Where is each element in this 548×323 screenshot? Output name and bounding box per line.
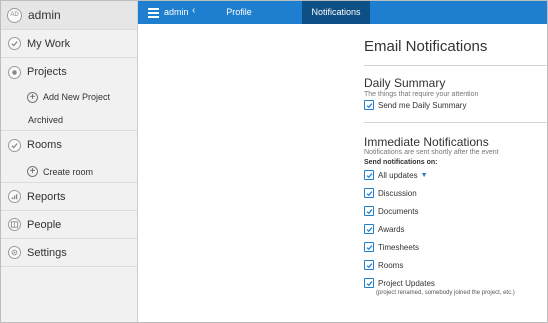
sidebar-item-label: Projects (27, 66, 67, 78)
tab-profile[interactable]: Profile (204, 1, 274, 24)
create-room-label: Create room (43, 166, 94, 177)
option-project-updates[interactable]: Project Updates (364, 278, 435, 288)
daily-summary-label: Send me Daily Summary (378, 100, 467, 110)
rooms-checkbox[interactable] (364, 260, 374, 270)
check-icon (8, 37, 21, 50)
option-documents[interactable]: Documents (364, 206, 418, 216)
sidebar-item-label: People (27, 218, 62, 231)
sidebar-item-people[interactable]: People (1, 211, 137, 239)
sidebar-user-name: admin (28, 8, 61, 22)
sidebar-item-projects[interactable]: Projects (1, 58, 137, 86)
project-updates-note: (project renamed, somebody joined the pr… (376, 290, 515, 296)
reports-icon (8, 190, 21, 203)
gear-icon (8, 246, 21, 259)
people-icon (8, 218, 21, 231)
documents-label: Documents (378, 206, 419, 216)
top-bar: admin ‹ Profile Notifications (138, 1, 547, 24)
daily-summary-title: Daily Summary (364, 76, 446, 90)
sidebar-item-label: Settings (27, 246, 67, 259)
immediate-notifications-desc: Notifications are sent shortly after the… (364, 149, 499, 156)
avatar: AD (7, 7, 22, 23)
sidebar-item-my-work[interactable]: My Work (1, 30, 137, 58)
timesheets-label: Timesheets (378, 242, 420, 252)
sidebar-item-label: My Work (27, 37, 71, 50)
daily-summary-checkbox[interactable] (364, 100, 374, 110)
all-updates-label: All updates (378, 170, 418, 180)
rooms-label: Rooms (378, 260, 404, 270)
divider (364, 65, 547, 66)
sidebar-item-rooms[interactable]: Rooms (1, 131, 137, 159)
immediate-notifications-title: Immediate Notifications (364, 135, 489, 149)
caret-down-icon[interactable]: ▼ (421, 172, 428, 179)
plus-icon: + (27, 91, 38, 103)
sidebar-item-reports[interactable]: Reports (1, 183, 137, 211)
sidebar-item-label: Rooms (27, 139, 62, 151)
sidebar: AD admin My Work Projects + Add New Proj… (1, 1, 138, 322)
topbar-user[interactable]: admin (164, 7, 189, 17)
add-new-project-link[interactable]: + Add New Project (1, 88, 137, 106)
page-title: Email Notifications (364, 38, 488, 55)
plus-icon: + (27, 166, 38, 177)
awards-label: Awards (378, 224, 405, 234)
option-awards[interactable]: Awards (364, 224, 405, 234)
tab-notifications[interactable]: Notifications (302, 1, 370, 24)
awards-checkbox[interactable] (364, 224, 374, 234)
project-updates-checkbox[interactable] (364, 278, 374, 288)
documents-checkbox[interactable] (364, 206, 374, 216)
discussion-checkbox[interactable] (364, 188, 374, 198)
divider (364, 122, 547, 123)
archived-link[interactable]: Archived (1, 109, 137, 131)
archived-label: Archived (28, 114, 64, 125)
discussion-label: Discussion (378, 188, 417, 198)
sidebar-item-settings[interactable]: Settings (1, 239, 137, 267)
create-room-link[interactable]: + Create room (1, 161, 137, 183)
option-discussion[interactable]: Discussion (364, 188, 417, 198)
add-new-project-label: Add New Project (43, 92, 111, 102)
all-updates-checkbox[interactable] (364, 170, 374, 180)
daily-summary-option[interactable]: Send me Daily Summary (364, 100, 466, 110)
option-all-updates[interactable]: All updates ▼ (364, 170, 428, 180)
menu-icon[interactable] (148, 8, 159, 18)
chevron-left-icon[interactable]: ‹ (192, 5, 195, 16)
sidebar-user[interactable]: AD admin (1, 1, 137, 30)
option-rooms[interactable]: Rooms (364, 260, 403, 270)
sidebar-item-label: Reports (27, 190, 66, 203)
option-timesheets[interactable]: Timesheets (364, 242, 419, 252)
project-updates-label: Project Updates (378, 278, 435, 288)
timesheets-checkbox[interactable] (364, 242, 374, 252)
projects-icon (8, 65, 21, 79)
send-on-label: Send notifications on: (364, 159, 438, 166)
check-icon (8, 138, 21, 152)
avatar-initials: AD (10, 12, 19, 18)
daily-summary-desc: The things that require your attention (364, 91, 479, 98)
